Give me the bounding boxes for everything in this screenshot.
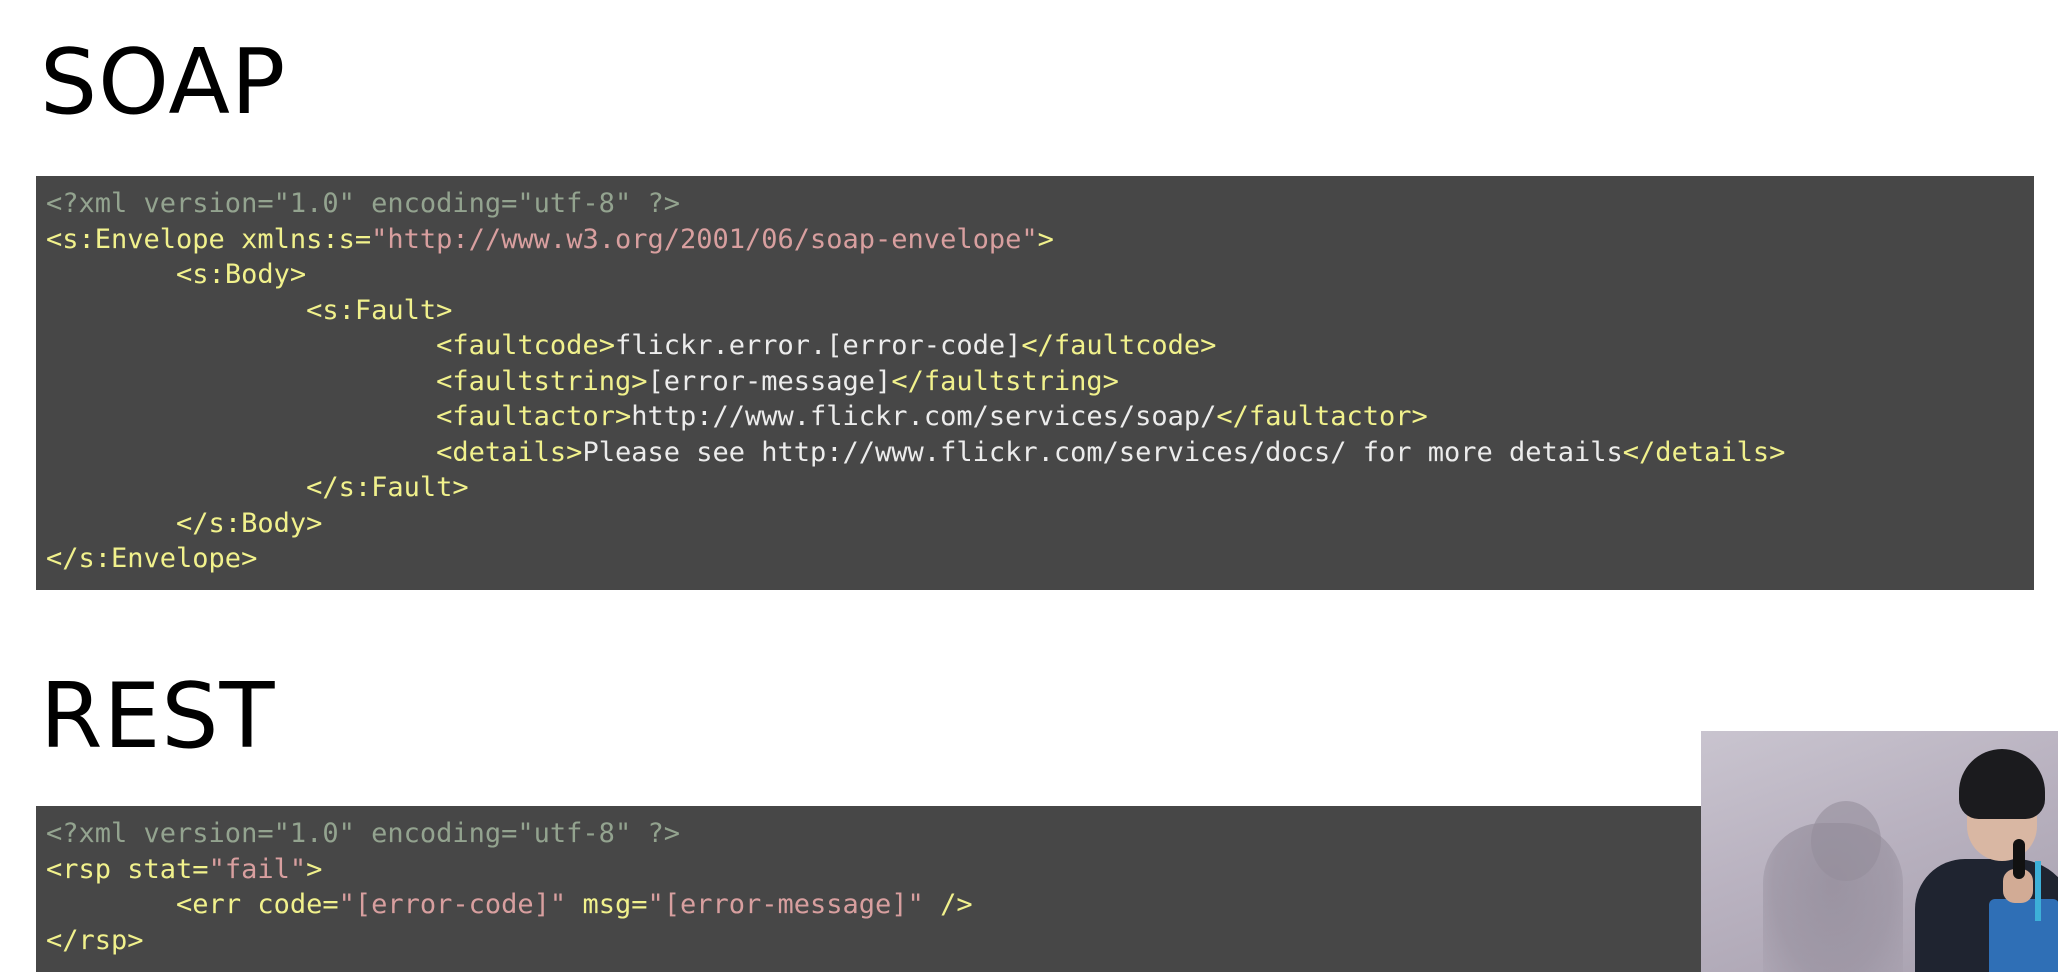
speaker-shirt [1989, 899, 2058, 972]
code-token: "fail" [208, 853, 307, 885]
code-line: <?xml version="1.0" encoding="utf-8" ?> [46, 186, 2024, 222]
code-token: <s:Body> [176, 259, 307, 290]
code-line: <details>Please see http://www.flickr.co… [46, 435, 2024, 471]
code-line: <faultcode>flickr.error.[error-code]</fa… [46, 328, 2024, 364]
code-token: "http://www.w3.org/2001/06/soap-envelope… [371, 223, 1038, 255]
code-token: <?xml version="1.0" encoding="utf-8" ?> [46, 818, 680, 849]
code-token: </s:Body> [176, 507, 323, 539]
code-token: <faultstring> [436, 365, 648, 397]
code-token: [error-message] [647, 365, 892, 397]
code-token: "[error-message]" [647, 889, 924, 920]
code-token: msg= [566, 889, 648, 920]
code-token: flickr.error.[error-code] [614, 330, 1022, 361]
code-token: </details> [1622, 436, 1786, 468]
code-token: <err [176, 889, 258, 920]
code-token: <s:Fault> [306, 294, 453, 326]
code-token: > [306, 853, 323, 885]
soap-xml-code-block: <?xml version="1.0" encoding="utf-8" ?> <… [36, 176, 2034, 590]
speaker-lanyard [2035, 861, 2041, 921]
code-line: <s:Envelope xmlns:s="http://www.w3.org/2… [46, 222, 2024, 258]
code-token: </faultstring> [891, 365, 1119, 397]
microphone-icon [2013, 839, 2025, 879]
code-token: <s:Envelope [46, 223, 242, 255]
code-line: <faultstring>[error-message]</faultstrin… [46, 364, 2024, 400]
code-token: </faultactor> [1216, 401, 1428, 432]
soap-heading: SOAP [40, 30, 287, 135]
speaker-hair [1959, 749, 2045, 819]
speaker-figure [1915, 749, 2058, 972]
code-token: "[error-code]" [338, 889, 567, 920]
code-token: <details> [436, 436, 583, 468]
code-token: <?xml version="1.0" encoding="utf-8" ?> [46, 188, 680, 219]
code-token: /> [923, 889, 973, 920]
code-token: http://www.flickr.com/services/soap/ [631, 401, 1217, 432]
code-line: <s:Body> [46, 257, 2024, 293]
code-token: Please see http://www.flickr.com/service… [582, 436, 1623, 468]
code-token: </faultcode> [1021, 330, 1217, 361]
speaker-video-overlay [1701, 731, 2058, 972]
code-token: <rsp [46, 853, 128, 885]
code-token: xmlns:s= [241, 223, 372, 255]
code-token: > [1037, 223, 1054, 255]
code-token: stat= [127, 853, 209, 885]
speaker-shadow-head [1811, 801, 1881, 881]
code-token: code= [257, 889, 339, 920]
code-line: <faultactor>http://www.flickr.com/servic… [46, 399, 2024, 435]
code-token: <faultcode> [436, 330, 615, 361]
code-line: </s:Fault> [46, 470, 2024, 506]
code-line: <s:Fault> [46, 293, 2024, 329]
code-token: </s:Envelope> [46, 543, 258, 574]
code-line: </s:Body> [46, 506, 2024, 542]
code-line: </s:Envelope> [46, 541, 2024, 577]
code-token: <faultactor> [436, 401, 632, 432]
code-token: </s:Fault> [306, 472, 469, 503]
rest-heading: REST [40, 664, 276, 769]
code-token: </rsp> [46, 924, 144, 956]
